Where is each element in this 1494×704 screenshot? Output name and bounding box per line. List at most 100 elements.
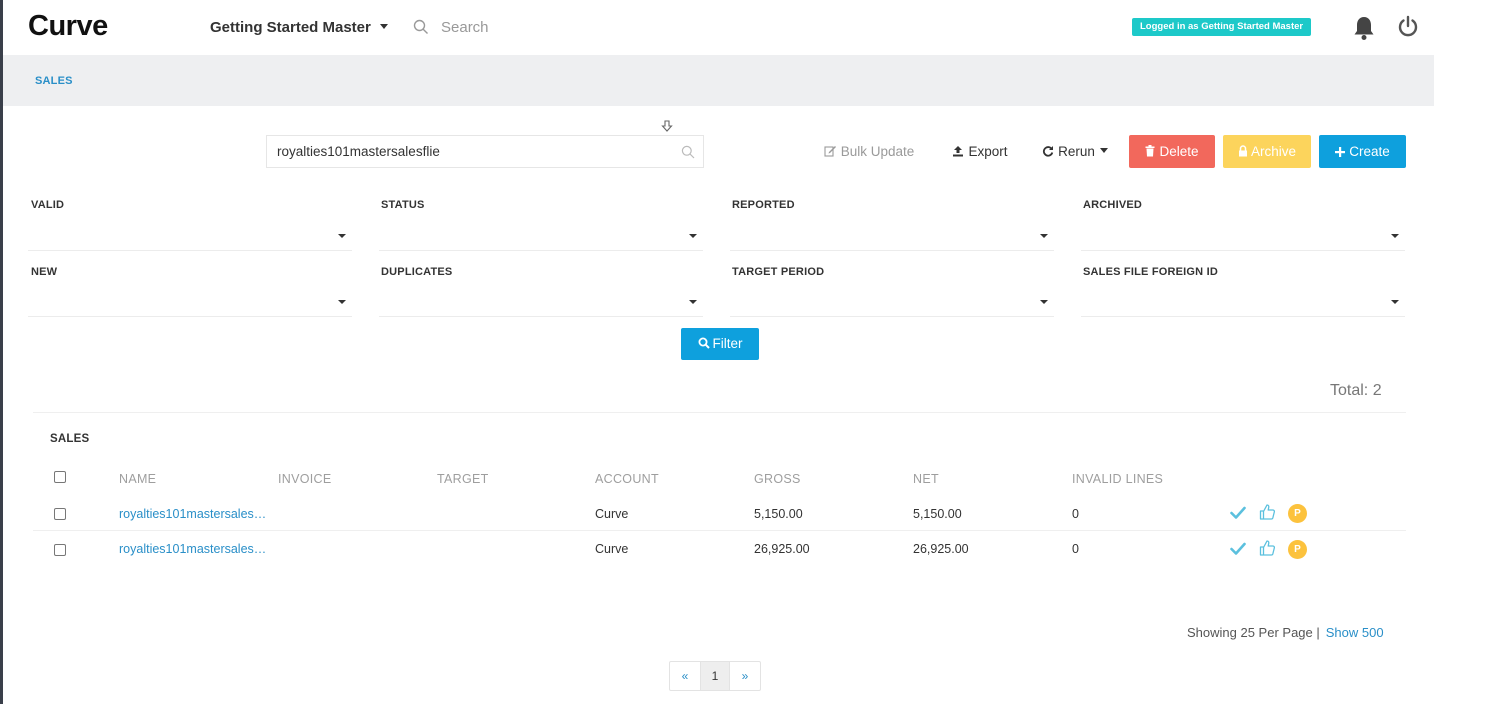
row-p-badge[interactable]: P [1288, 540, 1307, 559]
global-search [413, 14, 621, 40]
search-icon[interactable] [681, 145, 695, 159]
pagination-page-current[interactable]: 1 [700, 662, 730, 690]
table-row: royalties101mastersales… Curve 5,150.00 … [33, 496, 1406, 531]
filter-target-period-select[interactable] [730, 285, 1054, 317]
account-switcher-label: Getting Started Master [210, 19, 371, 36]
bulk-update-button[interactable]: Bulk Update [814, 135, 924, 168]
filter-label-reported: REPORTED [732, 199, 795, 211]
top-navbar: Curve Getting Started Master Logged in a… [3, 0, 1434, 55]
archive-button[interactable]: Archive [1223, 135, 1311, 168]
filter-label-new: NEW [31, 266, 58, 278]
row-checkbox[interactable] [54, 544, 66, 556]
row-account: Curve [595, 542, 629, 556]
filter-archived-select[interactable] [1081, 219, 1405, 251]
row-invalid-lines: 0 [1072, 542, 1079, 556]
row-name-link[interactable]: royalties101mastersales… [119, 542, 266, 556]
filter-new-select[interactable] [28, 285, 352, 317]
row-account: Curve [595, 507, 629, 521]
thumbs-up-icon[interactable] [1259, 503, 1276, 521]
chevron-down-icon [1391, 234, 1399, 238]
chevron-down-icon [1040, 300, 1048, 304]
pagination-next[interactable]: » [730, 662, 760, 690]
row-net: 5,150.00 [913, 507, 962, 521]
per-page-info: Showing 25 Per Page | Show 500 [1187, 625, 1384, 640]
create-button[interactable]: Create [1319, 135, 1406, 168]
power-icon[interactable] [1396, 14, 1420, 40]
row-p-badge[interactable]: P [1288, 504, 1307, 523]
column-header-name[interactable]: NAME [119, 472, 156, 486]
pagination-prev[interactable]: « [670, 662, 700, 690]
rerun-dropdown-button[interactable]: Rerun [1036, 135, 1114, 168]
filter-status-select[interactable] [379, 219, 703, 251]
chevron-down-icon [338, 300, 346, 304]
filter-sales-file-foreign-id-select[interactable] [1081, 285, 1405, 317]
sales-file-search [266, 135, 704, 168]
global-search-input[interactable] [441, 18, 621, 36]
chevron-down-icon [379, 23, 388, 29]
filter-duplicates-select[interactable] [379, 285, 703, 317]
row-net: 26,925.00 [913, 542, 969, 556]
download-icon [661, 120, 673, 132]
column-header-invalid-lines[interactable]: INVALID LINES [1072, 472, 1163, 486]
row-gross: 26,925.00 [754, 542, 810, 556]
filter-label-sales-file-foreign-id: SALES FILE FOREIGN ID [1083, 266, 1218, 278]
plus-icon [1335, 147, 1346, 157]
row-checkbox[interactable] [54, 508, 66, 520]
search-icon [698, 337, 710, 349]
column-header-target[interactable]: TARGET [437, 472, 489, 486]
export-button[interactable]: Export [944, 135, 1016, 168]
delete-button[interactable]: Delete [1129, 135, 1215, 168]
filter-label-archived: ARCHIVED [1083, 199, 1143, 211]
sales-file-search-input[interactable] [267, 136, 662, 167]
archive-label: Archive [1250, 144, 1296, 159]
check-icon[interactable] [1230, 542, 1246, 556]
edit-icon [824, 146, 836, 157]
filter-valid-select[interactable] [28, 219, 352, 251]
check-icon[interactable] [1230, 506, 1246, 520]
bulk-update-label: Bulk Update [840, 144, 915, 159]
row-gross: 5,150.00 [754, 507, 803, 521]
filter-label-duplicates: DUPLICATES [381, 266, 453, 278]
delete-label: Delete [1159, 144, 1199, 159]
bell-icon[interactable] [1352, 15, 1376, 41]
filter-button[interactable]: Filter [681, 328, 759, 360]
column-header-invoice[interactable]: INVOICE [278, 472, 332, 486]
chevron-down-icon [1391, 300, 1399, 304]
chevron-down-icon [689, 300, 697, 304]
filter-label: Filter [712, 336, 743, 351]
select-all-checkbox[interactable] [54, 471, 66, 483]
column-header-gross[interactable]: GROSS [754, 472, 801, 486]
account-switcher[interactable]: Getting Started Master [210, 19, 388, 36]
rerun-label: Rerun [1058, 144, 1095, 159]
search-icon [413, 19, 428, 34]
column-header-net[interactable]: NET [913, 472, 939, 486]
sales-table-card: SALES NAME INVOICE TARGET ACCOUNT GROSS … [33, 412, 1406, 604]
chevron-down-icon [1099, 147, 1108, 153]
filter-reported-select[interactable] [730, 219, 1054, 251]
export-label: Export [968, 144, 1008, 159]
column-header-account[interactable]: ACCOUNT [595, 472, 659, 486]
create-label: Create [1349, 144, 1390, 159]
filter-label-valid: VALID [31, 199, 65, 211]
per-page-text: Showing 25 Per Page | [1187, 625, 1320, 640]
lock-icon [1238, 145, 1247, 157]
chevron-down-icon [1040, 234, 1048, 238]
upload-icon [953, 146, 964, 157]
app-logo[interactable]: Curve [28, 10, 108, 43]
breadcrumb-sales[interactable]: SALES [35, 75, 73, 87]
chevron-down-icon [338, 234, 346, 238]
row-name-link[interactable]: royalties101mastersales… [119, 507, 266, 521]
filter-label-status: STATUS [381, 199, 425, 211]
total-count: Total: 2 [1330, 382, 1382, 399]
filter-label-target-period: TARGET PERIOD [732, 266, 825, 278]
trash-icon [1145, 145, 1155, 157]
sales-table-title: SALES [50, 433, 90, 445]
thumbs-up-icon[interactable] [1259, 539, 1276, 557]
refresh-icon [1043, 146, 1054, 157]
chevron-down-icon [689, 234, 697, 238]
breadcrumb: SALES [3, 55, 1434, 106]
login-status-badge: Logged in as Getting Started Master [1132, 18, 1312, 36]
table-row: royalties101mastersales… Curve 26,925.00… [33, 531, 1406, 566]
show-500-link[interactable]: Show 500 [1326, 625, 1384, 640]
pagination: « 1 » [669, 661, 761, 691]
